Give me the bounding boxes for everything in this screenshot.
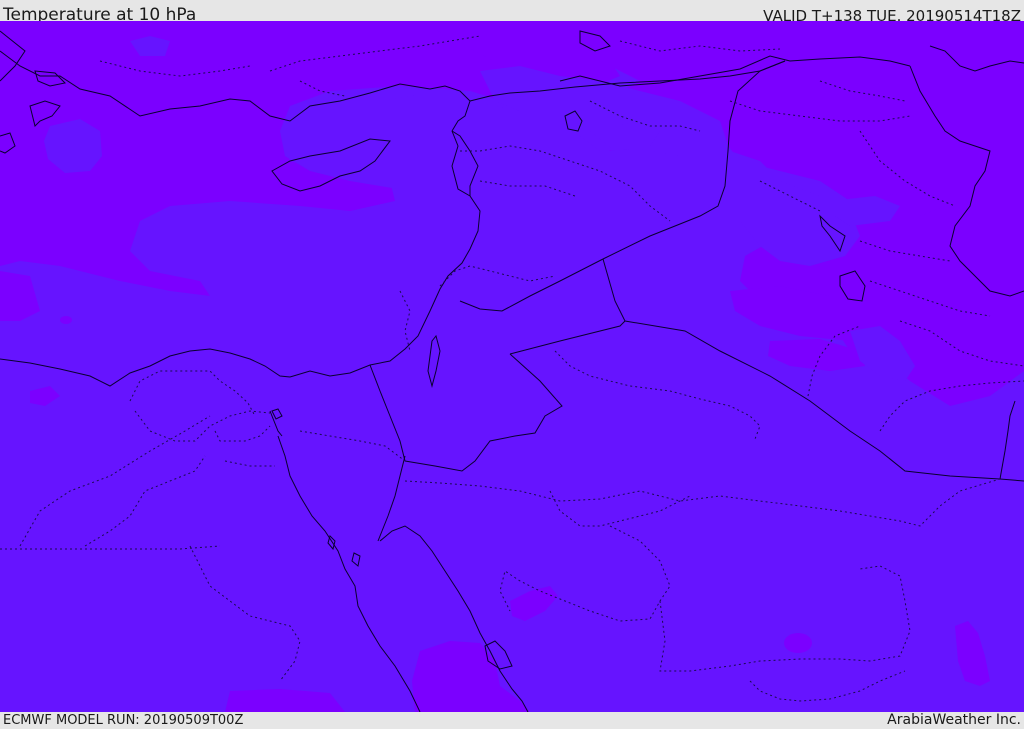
title-bar: Temperature at 10 hPa VALID T+138 TUE. 2… [0, 0, 1024, 25]
temperature-map [0, 21, 1024, 712]
map-area[interactable] [0, 21, 1024, 712]
footer-bar: ECMWF MODEL RUN: 20190509T00Z ArabiaWeat… [0, 712, 1024, 729]
map-frame: Temperature at 10 hPa VALID T+138 TUE. 2… [0, 0, 1024, 729]
credit-label: ArabiaWeather Inc. [887, 712, 1021, 728]
model-run-label: ECMWF MODEL RUN: 20190509T00Z [3, 713, 244, 728]
